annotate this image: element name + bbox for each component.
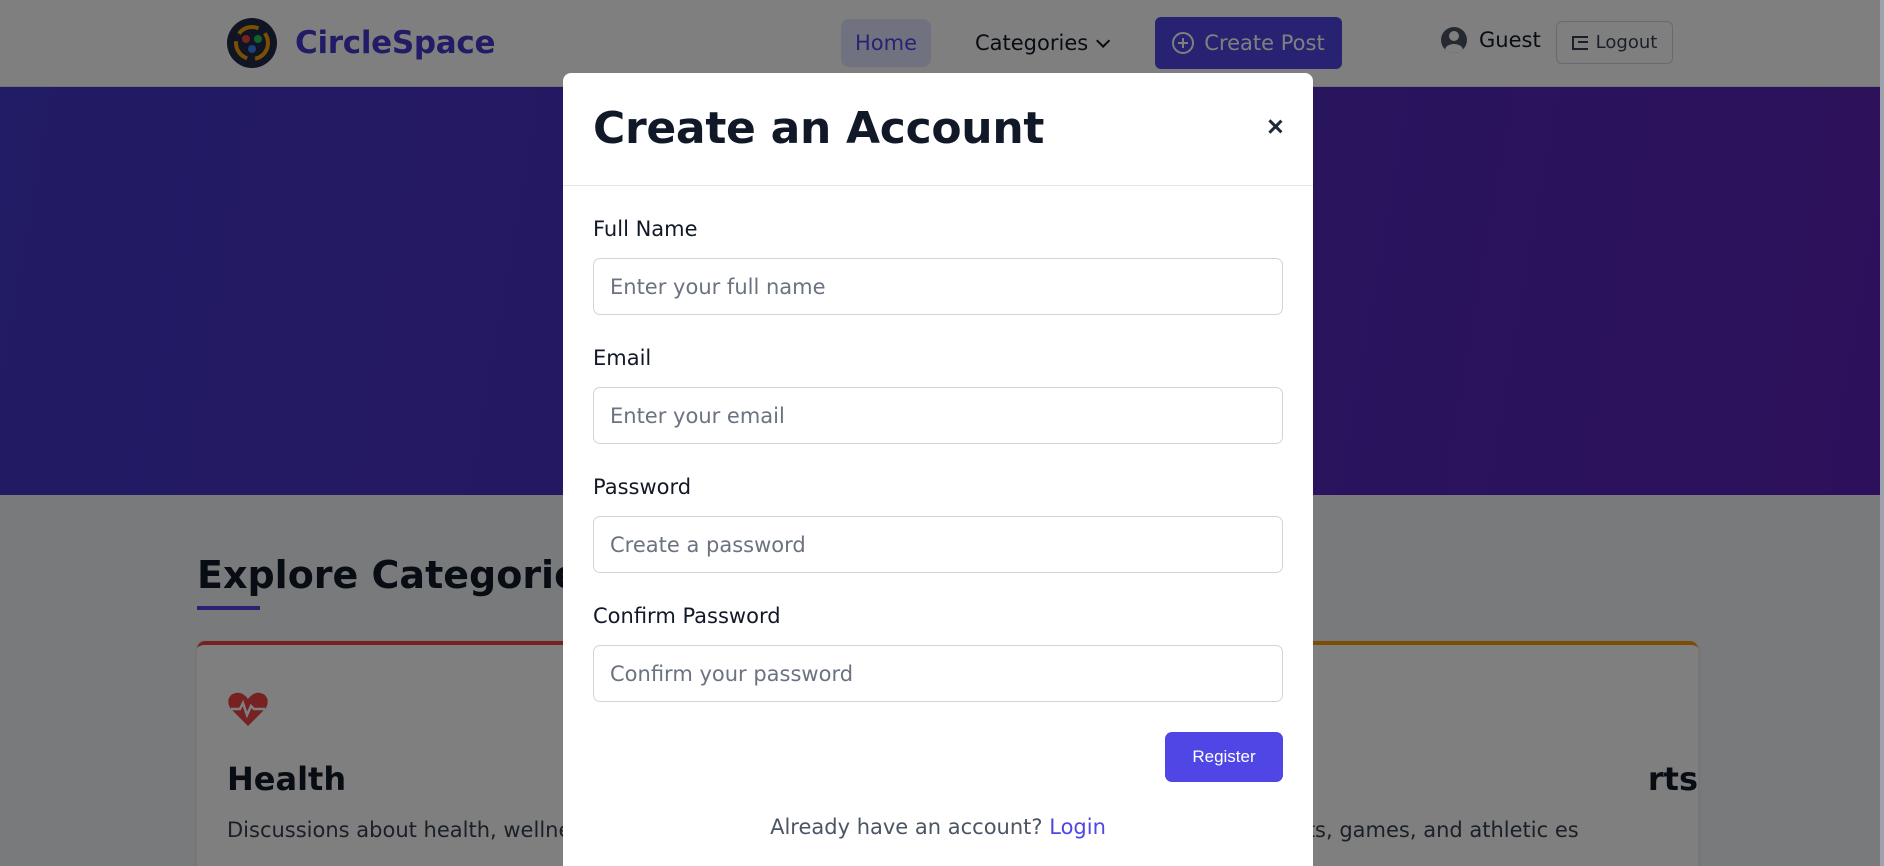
login-link[interactable]: Login bbox=[1049, 815, 1106, 839]
full-name-input[interactable] bbox=[593, 258, 1283, 315]
register-modal: Create an Account Full Name Email Passwo… bbox=[563, 73, 1313, 866]
modal-header: Create an Account bbox=[563, 73, 1313, 186]
email-label: Email bbox=[593, 346, 652, 370]
confirm-password-label: Confirm Password bbox=[593, 604, 781, 628]
full-name-label: Full Name bbox=[593, 217, 698, 241]
register-button[interactable]: Register bbox=[1165, 732, 1283, 782]
confirm-password-input[interactable] bbox=[593, 645, 1283, 702]
modal-title: Create an Account bbox=[593, 103, 1045, 154]
login-prompt: Already have an account? Login bbox=[563, 815, 1313, 839]
page-scrollbar[interactable] bbox=[1880, 0, 1884, 866]
login-prompt-text: Already have an account? bbox=[770, 815, 1043, 839]
close-icon[interactable] bbox=[1263, 115, 1287, 139]
password-input[interactable] bbox=[593, 516, 1283, 573]
email-input[interactable] bbox=[593, 387, 1283, 444]
password-label: Password bbox=[593, 475, 692, 499]
